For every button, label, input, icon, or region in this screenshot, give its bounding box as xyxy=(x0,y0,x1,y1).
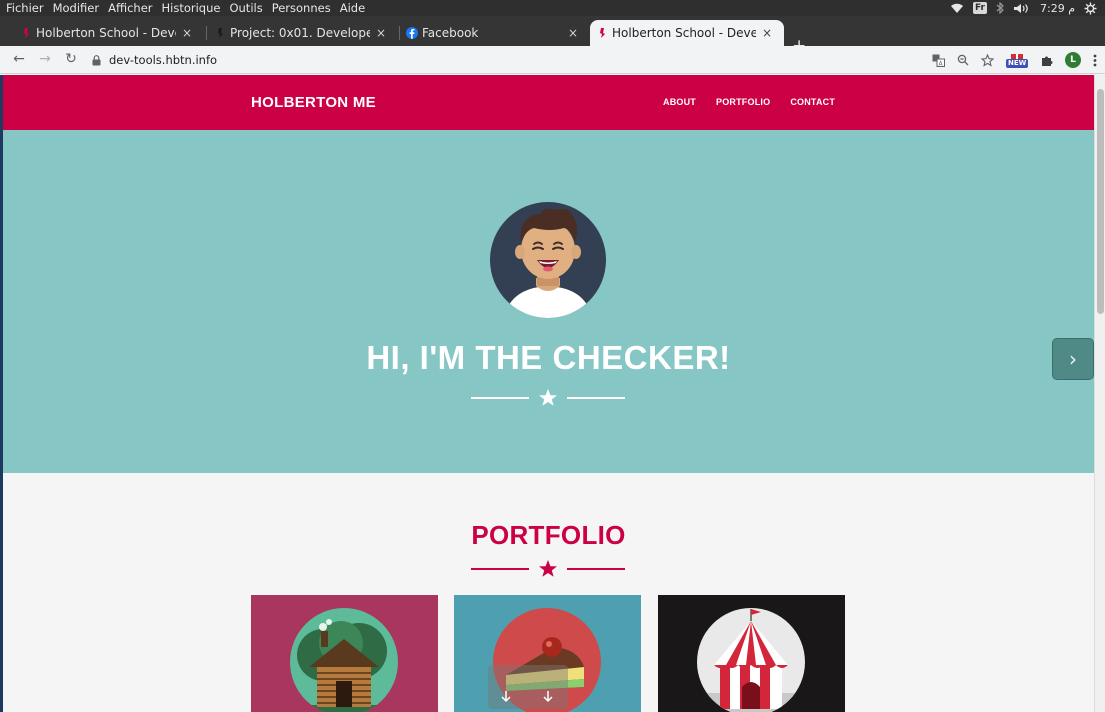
tab-project[interactable]: Project: 0x01. Developer t × xyxy=(208,20,398,46)
menu-aide[interactable]: Aide xyxy=(340,1,365,15)
tab-title: Holberton School - Develo xyxy=(36,26,176,40)
tab-close-icon[interactable]: × xyxy=(374,26,388,40)
nav-portfolio[interactable]: PORTFOLIO xyxy=(716,97,770,107)
browser-tab-strip: Holberton School - Develo × Project: 0x0… xyxy=(0,16,1105,56)
lock-icon xyxy=(92,54,101,65)
hero-star-divider-icon xyxy=(471,389,625,406)
clock[interactable]: 7:29 م xyxy=(1040,2,1075,15)
window-left-edge xyxy=(0,75,3,712)
nav-about[interactable]: ABOUT xyxy=(663,97,696,107)
power-settings-icon[interactable] xyxy=(1084,2,1097,15)
zoom-icon[interactable] xyxy=(957,54,969,66)
page-scrollbar[interactable] xyxy=(1094,75,1105,712)
keyboard-layout-badge[interactable]: Fr xyxy=(972,2,987,14)
nav-contact[interactable]: CONTACT xyxy=(790,97,835,107)
holberton-favicon-icon xyxy=(218,28,223,38)
address-bar[interactable]: dev-tools.hbtn.info xyxy=(92,50,912,70)
toolbar-actions: A NEW L xyxy=(932,50,1097,70)
facebook-icon xyxy=(406,27,418,39)
avatar xyxy=(490,202,606,318)
menu-personnes[interactable]: Personnes xyxy=(272,1,331,15)
extension-new[interactable]: NEW xyxy=(1006,51,1029,69)
hero-section: HI, I'M THE CHECKER! › xyxy=(0,130,1094,473)
bookmark-star-icon[interactable] xyxy=(981,53,994,67)
volume-icon[interactable] xyxy=(1013,3,1031,14)
tab-close-icon[interactable]: × xyxy=(760,26,774,40)
profile-avatar[interactable]: L xyxy=(1065,52,1081,68)
browser-toolbar: ← → ↻ dev-tools.hbtn.info A NEW L xyxy=(0,46,1105,74)
os-top-bar: Fichier Modifier Afficher Historique Out… xyxy=(0,0,1105,16)
forward-arrow-icon[interactable]: → xyxy=(37,51,53,67)
menu-outils[interactable]: Outils xyxy=(229,1,262,15)
holberton-favicon-icon xyxy=(24,28,29,38)
portfolio-title: PORTFOLIO xyxy=(471,520,626,550)
tab-title: Facebook xyxy=(422,26,479,40)
drag-indicator-overlay xyxy=(488,665,568,709)
scrollbar-thumb[interactable] xyxy=(1097,89,1104,314)
circus-tent-illustration-icon xyxy=(697,608,805,712)
kebab-menu-icon[interactable] xyxy=(1093,54,1097,67)
tab-holberton-active[interactable]: Holberton School - Develo × xyxy=(590,20,784,46)
back-arrow-icon[interactable]: ← xyxy=(11,51,27,67)
site-navbar: HOLBERTON ME ABOUT PORTFOLIO CONTACT xyxy=(0,75,1094,130)
new-badge: NEW xyxy=(1006,59,1029,68)
tab-close-icon[interactable]: × xyxy=(180,26,194,40)
portfolio-card-circus[interactable] xyxy=(658,595,845,712)
holberton-favicon-icon xyxy=(600,28,605,38)
tab-close-icon[interactable]: × xyxy=(566,26,580,40)
wifi-icon[interactable] xyxy=(950,3,964,14)
hero-title: HI, I'M THE CHECKER! xyxy=(366,339,731,376)
menu-afficher[interactable]: Afficher xyxy=(108,1,152,15)
tab-holberton-1[interactable]: Holberton School - Develo × xyxy=(14,20,204,46)
portfolio-star-divider-icon xyxy=(471,560,625,577)
extensions-puzzle-icon[interactable] xyxy=(1040,54,1053,67)
site-nav-links: ABOUT PORTFOLIO CONTACT xyxy=(663,97,835,107)
menu-modifier[interactable]: Modifier xyxy=(53,1,100,15)
bluetooth-icon[interactable] xyxy=(996,2,1004,14)
carousel-next-button[interactable]: › xyxy=(1052,338,1094,380)
system-tray: Fr 7:29 م xyxy=(950,0,1097,16)
translate-icon[interactable]: A xyxy=(932,54,945,67)
reload-icon[interactable]: ↻ xyxy=(63,51,79,67)
site-brand[interactable]: HOLBERTON ME xyxy=(251,94,376,111)
menu-fichier[interactable]: Fichier xyxy=(6,1,44,15)
menu-historique[interactable]: Historique xyxy=(162,1,221,15)
tab-facebook[interactable]: Facebook × xyxy=(400,20,590,46)
page-viewport: HOLBERTON ME ABOUT PORTFOLIO CONTACT HI,… xyxy=(0,75,1094,712)
portfolio-card-cabin[interactable] xyxy=(251,595,438,712)
tab-title: Holberton School - Develo xyxy=(612,26,756,40)
tab-separator xyxy=(206,26,207,40)
tab-title: Project: 0x01. Developer t xyxy=(230,26,370,40)
cabin-illustration-icon xyxy=(290,608,398,712)
url-text: dev-tools.hbtn.info xyxy=(109,53,218,67)
os-menu-bar: Fichier Modifier Afficher Historique Out… xyxy=(6,0,365,16)
drag-arrows-icon xyxy=(501,691,553,703)
